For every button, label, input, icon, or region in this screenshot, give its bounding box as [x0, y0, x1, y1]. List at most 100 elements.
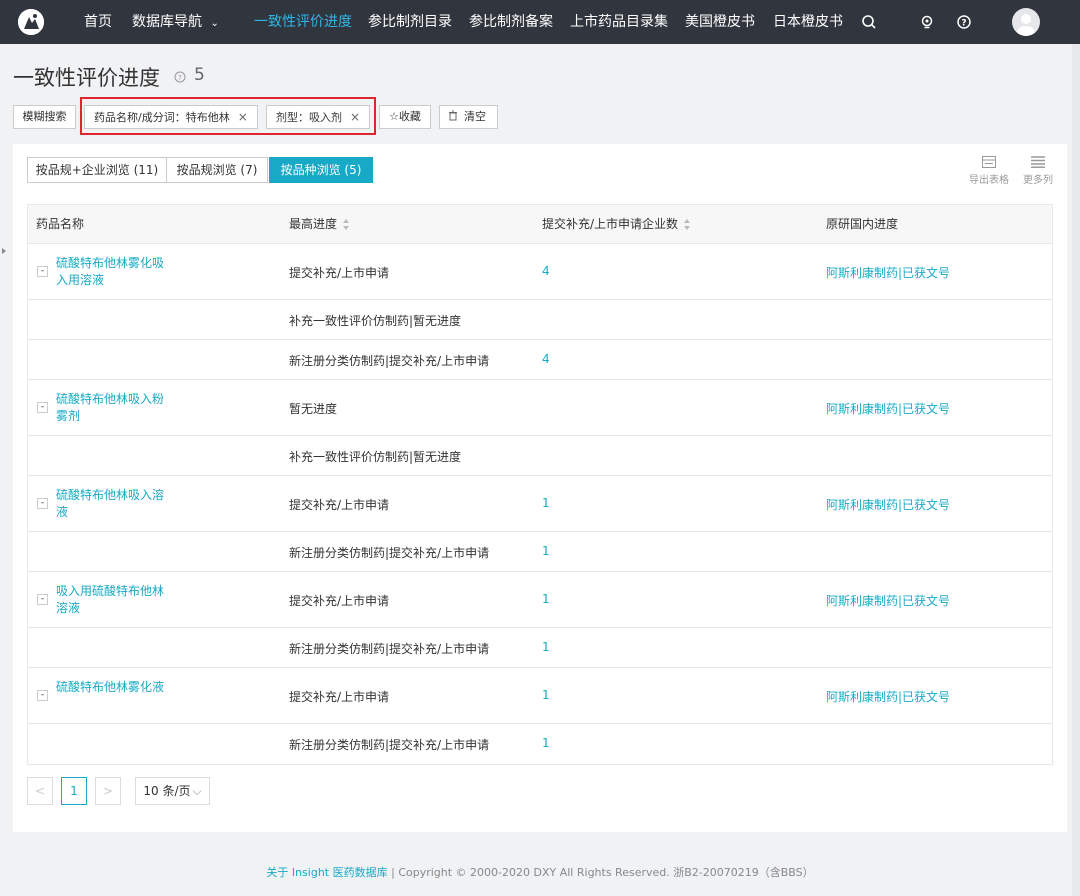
- company-count-link[interactable]: 1: [542, 688, 550, 702]
- chevron-down-icon: ⌄: [210, 18, 219, 29]
- sort-icon[interactable]: [684, 218, 691, 231]
- col-label: 最高进度: [289, 217, 338, 231]
- progress-text: 新注册分类仿制药|提交补充/上市申请: [289, 738, 490, 752]
- prev-page-button[interactable]: <: [27, 777, 53, 805]
- col-highest-progress[interactable]: 最高进度: [289, 205, 350, 244]
- sort-icon[interactable]: [343, 218, 350, 231]
- collapse-toggle[interactable]: -: [37, 690, 48, 701]
- progress-text: 补充一致性评价仿制药|暂无进度: [289, 314, 462, 328]
- footer: 关于 Insight 医药数据库 | Copyright © 2000-2020…: [0, 864, 1080, 880]
- collapse-toggle[interactable]: -: [37, 266, 48, 277]
- originator-progress-link[interactable]: 阿斯利康制药|已获文号: [826, 400, 950, 417]
- results-table: 药品名称 最高进度 提交补充/上市申请企业数 原研国内进度 - 硫酸特布他林雾化吸…: [27, 204, 1053, 765]
- expand-sidebar-icon[interactable]: [0, 244, 8, 258]
- favorite-button[interactable]: ☆收藏: [379, 105, 431, 129]
- filter-key: 剂型：: [276, 111, 309, 124]
- col-drug-name: 药品名称: [36, 217, 85, 231]
- col-label: 提交补充/上市申请企业数: [542, 217, 679, 231]
- nav-home[interactable]: 首页: [84, 0, 112, 44]
- nav-database-label: 数据库导航: [132, 14, 202, 30]
- tab-by-spec-company[interactable]: 按品规+企业浏览 (11): [27, 157, 167, 183]
- progress-text: 新注册分类仿制药|提交补充/上市申请: [289, 546, 490, 560]
- more-columns-label: 更多列: [1023, 175, 1053, 186]
- progress-text: 提交补充/上市申请: [289, 266, 390, 280]
- nav-reference-filing[interactable]: 参比制剂备案: [469, 0, 553, 44]
- page-size-select[interactable]: 10 条/页 ⌵: [135, 777, 210, 805]
- export-label: 导出表格: [969, 175, 1009, 186]
- filter-chip-drug-name[interactable]: 药品名称/成分词：特布他林 ×: [84, 105, 258, 129]
- page-size-label: 10 条/页: [143, 784, 191, 798]
- tab-by-variety[interactable]: 按品种浏览 (5): [269, 157, 373, 183]
- nav-consistency-progress[interactable]: 一致性评价进度: [254, 0, 352, 44]
- nav-listed-drug-catalog[interactable]: 上市药品目录集: [570, 0, 668, 44]
- table-row: 补充一致性评价仿制药|暂无进度: [28, 436, 1052, 476]
- progress-text: 新注册分类仿制药|提交补充/上市申请: [289, 642, 490, 656]
- table-row: 新注册分类仿制药|提交补充/上市申请 1: [28, 628, 1052, 668]
- fuzzy-search-button[interactable]: 模糊搜索: [13, 105, 76, 129]
- search-icon[interactable]: [860, 13, 878, 31]
- nav-us-orange-book[interactable]: 美国橙皮书: [685, 0, 755, 44]
- table-row-group: - 硫酸特布他林雾化吸入用溶液 提交补充/上市申请 4 阿斯利康制药|已获文号: [28, 244, 1052, 300]
- table-icon: [982, 156, 996, 168]
- footer-separator: |: [387, 866, 399, 879]
- clear-button[interactable]: 清空: [439, 105, 498, 129]
- company-count-link[interactable]: 4: [542, 352, 550, 366]
- col-originator-progress: 原研国内进度: [826, 217, 899, 231]
- nav-reference-catalog[interactable]: 参比制剂目录: [368, 0, 452, 44]
- originator-progress-link[interactable]: 阿斯利康制药|已获文号: [826, 496, 950, 513]
- help-icon[interactable]: ?: [955, 13, 973, 31]
- list-icon: [1031, 156, 1045, 168]
- collapse-toggle[interactable]: -: [37, 402, 48, 413]
- insight-logo[interactable]: [18, 9, 44, 35]
- result-count: 5: [194, 65, 205, 85]
- close-icon[interactable]: ×: [350, 110, 360, 124]
- table-row: 新注册分类仿制药|提交补充/上市申请 4: [28, 340, 1052, 380]
- drug-name-link[interactable]: 硫酸特布他林吸入粉雾剂: [56, 391, 166, 425]
- about-link[interactable]: 关于 Insight 医药数据库: [266, 866, 387, 879]
- progress-text: 提交补充/上市申请: [289, 594, 390, 608]
- filter-chip-dosage-form[interactable]: 剂型：吸入剂 ×: [266, 105, 370, 129]
- chevron-down-icon: ⌵: [192, 784, 202, 798]
- table-row-group: - 硫酸特布他林吸入溶液 提交补充/上市申请 1 阿斯利康制药|已获文号: [28, 476, 1052, 532]
- svg-text:?: ?: [178, 74, 182, 82]
- drug-name-link[interactable]: 吸入用硫酸特布他林溶液: [56, 583, 166, 617]
- originator-progress-link[interactable]: 阿斯利康制药|已获文号: [826, 592, 950, 609]
- top-nav-bar: 首页 数据库导航 ⌄ 一致性评价进度 参比制剂目录 参比制剂备案 上市药品目录集…: [0, 0, 1080, 44]
- scrollbar[interactable]: [1072, 44, 1080, 896]
- drug-name-link[interactable]: 硫酸特布他林雾化吸入用溶液: [56, 255, 166, 289]
- drug-name-link[interactable]: 硫酸特布他林雾化液: [56, 679, 166, 696]
- page-1-button[interactable]: 1: [61, 777, 87, 805]
- company-count-link[interactable]: 1: [542, 496, 550, 510]
- progress-text: 提交补充/上市申请: [289, 498, 390, 512]
- table-row: 补充一致性评价仿制药|暂无进度: [28, 300, 1052, 340]
- user-avatar[interactable]: [1012, 8, 1040, 36]
- progress-text: 新注册分类仿制药|提交补充/上市申请: [289, 354, 490, 368]
- export-table-button[interactable]: 导出表格: [967, 156, 1011, 186]
- close-icon[interactable]: ×: [238, 110, 248, 124]
- drug-name-link[interactable]: 硫酸特布他林吸入溶液: [56, 487, 166, 521]
- collapse-toggle[interactable]: -: [37, 594, 48, 605]
- col-company-count[interactable]: 提交补充/上市申请企业数: [542, 205, 691, 244]
- filter-key: 药品名称/成分词：: [94, 111, 186, 124]
- bulb-icon[interactable]: [918, 13, 936, 31]
- nav-jp-orange-book[interactable]: 日本橙皮书: [773, 0, 843, 44]
- tab-by-spec[interactable]: 按品规浏览 (7): [166, 157, 268, 183]
- originator-progress-link[interactable]: 阿斯利康制药|已获文号: [826, 688, 950, 705]
- collapse-toggle[interactable]: -: [37, 498, 48, 509]
- svg-text:?: ?: [961, 19, 966, 29]
- originator-progress-link[interactable]: 阿斯利康制药|已获文号: [826, 264, 950, 281]
- table-row-group: - 硫酸特布他林吸入粉雾剂 暂无进度 阿斯利康制药|已获文号: [28, 380, 1052, 436]
- table-row-group: - 硫酸特布他林雾化液 提交补充/上市申请 1 阿斯利康制药|已获文号: [28, 668, 1052, 724]
- copyright-text: Copyright © 2000-2020 DXY All Rights Res…: [398, 866, 814, 879]
- next-page-button[interactable]: >: [95, 777, 121, 805]
- company-count-link[interactable]: 1: [542, 544, 550, 558]
- company-count-link[interactable]: 4: [542, 264, 550, 278]
- table-row: 新注册分类仿制药|提交补充/上市申请 1: [28, 724, 1052, 764]
- company-count-link[interactable]: 1: [542, 592, 550, 606]
- nav-database-menu[interactable]: 数据库导航 ⌄: [132, 0, 219, 44]
- company-count-link[interactable]: 1: [542, 640, 550, 654]
- table-row-group: - 吸入用硫酸特布他林溶液 提交补充/上市申请 1 阿斯利康制药|已获文号: [28, 572, 1052, 628]
- more-columns-button[interactable]: 更多列: [1016, 156, 1060, 186]
- company-count-link[interactable]: 1: [542, 736, 550, 750]
- question-circle-icon[interactable]: ?: [174, 71, 186, 83]
